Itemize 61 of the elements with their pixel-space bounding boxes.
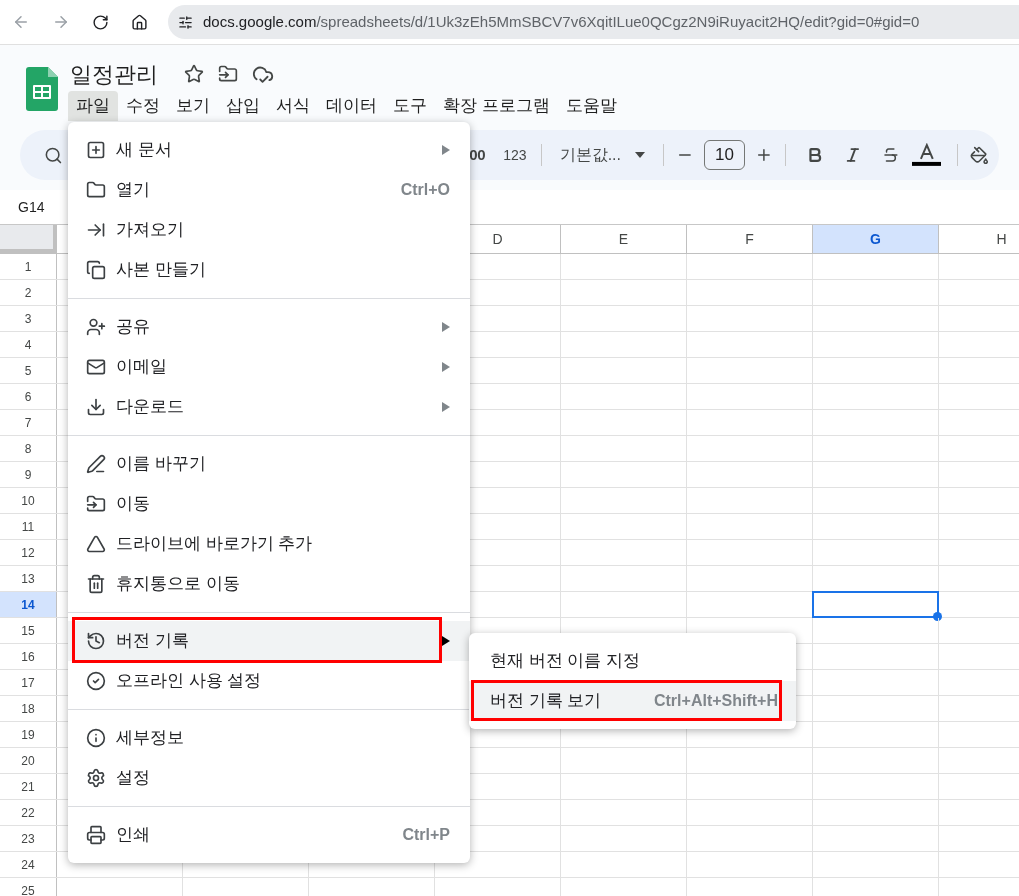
menu-item[interactable]: 드라이브에 바로가기 추가 <box>68 524 470 564</box>
font-dropdown[interactable]: 기본값... <box>553 143 651 167</box>
decimal-button[interactable]: 00 <box>469 143 486 167</box>
row-header[interactable]: 14 <box>0 592 57 617</box>
row-header[interactable]: 17 <box>0 670 57 695</box>
menu-item[interactable]: 이동 <box>68 484 470 524</box>
menu-item[interactable]: 세부정보 <box>68 718 470 758</box>
row-header[interactable]: 10 <box>0 488 57 513</box>
row-header[interactable]: 8 <box>0 436 57 461</box>
menu-bar-item[interactable]: 보기 <box>168 91 218 121</box>
document-title[interactable]: 일정관리 <box>68 57 160 91</box>
menu-item[interactable]: 열기 Ctrl+O <box>68 170 470 210</box>
menu-item[interactable]: 인쇄 Ctrl+P <box>68 815 470 855</box>
row-header[interactable]: 7 <box>0 410 57 435</box>
menu-bar-item[interactable]: 데이터 <box>318 91 385 121</box>
row-header[interactable]: 1 <box>0 254 57 279</box>
address-bar[interactable]: docs.google.com/spreadsheets/d/1Uk3zEh5MmSBCV7v6XqitILue0QCgz2N9iRuyacit2HQ/edit?gid=0#gid=0 <box>168 5 1019 39</box>
menu-bar-item[interactable]: 파일 <box>68 91 118 121</box>
row-header[interactable]: 15 <box>0 618 57 643</box>
row-header[interactable]: 19 <box>0 722 57 747</box>
menu-item[interactable]: 다운로드 <box>68 387 470 427</box>
name-box[interactable]: G14 <box>18 196 45 218</box>
row-header[interactable]: 22 <box>0 800 57 825</box>
row-header[interactable]: 2 <box>0 280 57 305</box>
row-header[interactable]: 16 <box>0 644 57 669</box>
menu-item[interactable]: 설정 <box>68 758 470 798</box>
url-text: docs.google.com/spreadsheets/d/1Uk3zEh5MmSBCV7v6XqitILue0QCgz2N9iRuyacit2HQ/edit?gid=0#gid=0 <box>203 11 920 32</box>
menu-bar-item[interactable]: 도구 <box>385 91 435 121</box>
menu-bar-item[interactable]: 도움말 <box>557 91 625 121</box>
row-header[interactable]: 3 <box>0 306 57 331</box>
row-header[interactable]: 18 <box>0 696 57 721</box>
row-header[interactable]: 11 <box>0 514 57 539</box>
row-header[interactable]: 20 <box>0 748 57 773</box>
number-format-button[interactable]: 123 <box>501 144 529 166</box>
menu-item[interactable]: 공유 <box>68 307 470 347</box>
menu-bar-item[interactable]: 삽입 <box>218 91 268 121</box>
menu-item[interactable]: 현재 버전 이름 지정 <box>469 641 796 681</box>
font-size-field[interactable]: 10 <box>703 140 746 170</box>
row-header[interactable]: 24 <box>0 852 57 877</box>
column-header[interactable]: G <box>813 225 939 253</box>
column-header[interactable]: H <box>939 225 1019 253</box>
menu-item[interactable]: 사본 만들기 <box>68 250 470 290</box>
row-header[interactable]: 4 <box>0 332 57 357</box>
menu-item[interactable]: 이름 바꾸기 <box>68 444 470 484</box>
menu-bar-item[interactable]: 확장 프로그램 <box>435 91 558 121</box>
menu-item[interactable]: 버전 기록 <box>68 621 470 661</box>
row-header[interactable]: 12 <box>0 540 57 565</box>
row-header[interactable]: 25 <box>0 878 57 896</box>
row-header[interactable]: 6 <box>0 384 57 409</box>
menu-item[interactable]: 새 문서 <box>68 130 470 170</box>
row-header[interactable]: 23 <box>0 826 57 851</box>
column-header[interactable]: E <box>561 225 687 253</box>
row-header[interactable]: 13 <box>0 566 57 591</box>
row-header[interactable]: 9 <box>0 462 57 487</box>
menu-item[interactable]: 오프라인 사용 설정 <box>68 661 470 701</box>
menu-bar-item[interactable]: 수정 <box>118 91 168 121</box>
menu-item[interactable]: 이메일 <box>68 347 470 387</box>
row-header[interactable]: 5 <box>0 358 57 383</box>
row-header[interactable]: 21 <box>0 774 57 799</box>
menu-item[interactable]: 휴지통으로 이동 <box>68 564 470 604</box>
menu-bar-item[interactable]: 서식 <box>268 91 318 121</box>
